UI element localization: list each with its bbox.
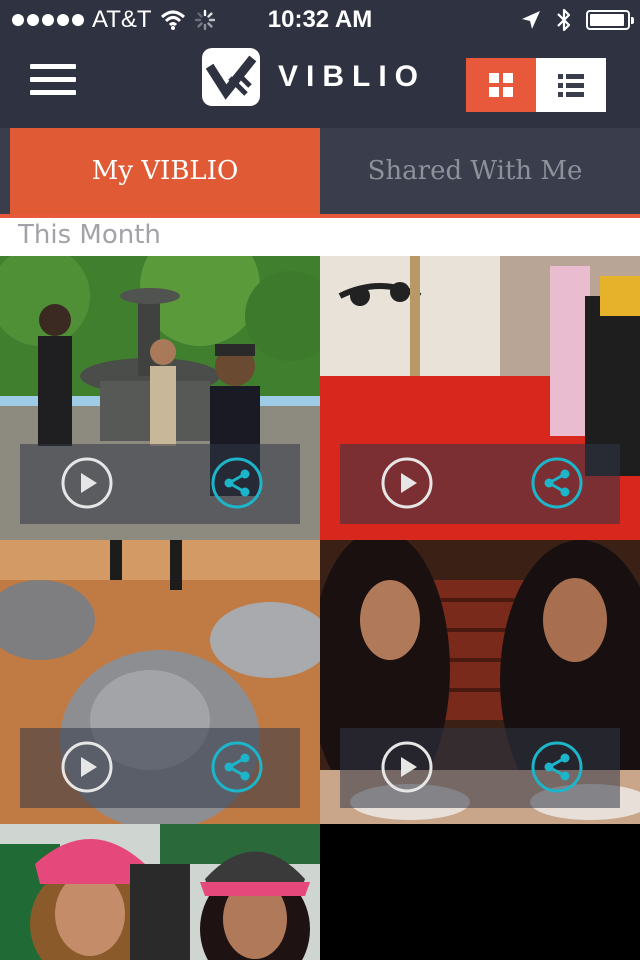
play-button[interactable]	[60, 456, 114, 510]
share-button[interactable]	[530, 456, 584, 510]
play-button[interactable]	[380, 740, 434, 794]
share-icon	[211, 741, 263, 793]
battery-icon	[586, 10, 634, 30]
list-icon	[558, 74, 584, 97]
video-thumbnail[interactable]	[320, 256, 640, 540]
share-button[interactable]	[530, 740, 584, 794]
section-title: This Month	[18, 220, 161, 250]
list-view-button[interactable]	[536, 58, 606, 112]
section-header: This Month	[0, 218, 640, 256]
video-controls-overlay	[340, 728, 620, 808]
share-button[interactable]	[210, 740, 264, 794]
tab-bar: My VIBLIO Shared With Me	[0, 128, 640, 214]
status-right	[520, 6, 634, 34]
play-button[interactable]	[60, 740, 114, 794]
battery-level	[590, 14, 625, 26]
video-thumbnail[interactable]	[0, 540, 320, 824]
app-header: VIBLIO	[0, 40, 640, 128]
play-icon	[381, 741, 433, 793]
hamburger-menu-icon[interactable]	[30, 64, 76, 104]
video-controls-overlay	[20, 444, 300, 524]
bluetooth-icon	[557, 8, 571, 32]
viblio-wordmark: VIBLIO	[278, 60, 427, 93]
share-icon	[211, 457, 263, 509]
grid-icon	[489, 73, 513, 97]
video-thumbnail[interactable]	[320, 540, 640, 824]
video-controls-overlay	[20, 728, 300, 808]
video-thumbnail[interactable]	[0, 256, 320, 540]
share-button[interactable]	[210, 456, 264, 510]
viblio-logo-mark-icon	[202, 48, 260, 106]
video-controls-overlay	[340, 444, 620, 524]
share-icon	[531, 457, 583, 509]
video-thumbnail[interactable]	[0, 824, 320, 960]
tab-shared-with-me[interactable]: Shared With Me	[320, 128, 630, 214]
grid-view-button[interactable]	[466, 58, 536, 112]
viblio-logo: VIBLIO	[202, 46, 426, 108]
location-arrow-icon	[522, 11, 540, 29]
tab-my-viblio[interactable]: My VIBLIO	[10, 128, 320, 214]
status-bar: AT&T 10:32 AM	[0, 0, 640, 40]
video-thumbnail-image	[0, 824, 320, 960]
share-icon	[531, 741, 583, 793]
play-icon	[61, 741, 113, 793]
view-toggle	[466, 58, 606, 112]
play-button[interactable]	[380, 456, 434, 510]
play-icon	[381, 457, 433, 509]
play-icon	[61, 457, 113, 509]
